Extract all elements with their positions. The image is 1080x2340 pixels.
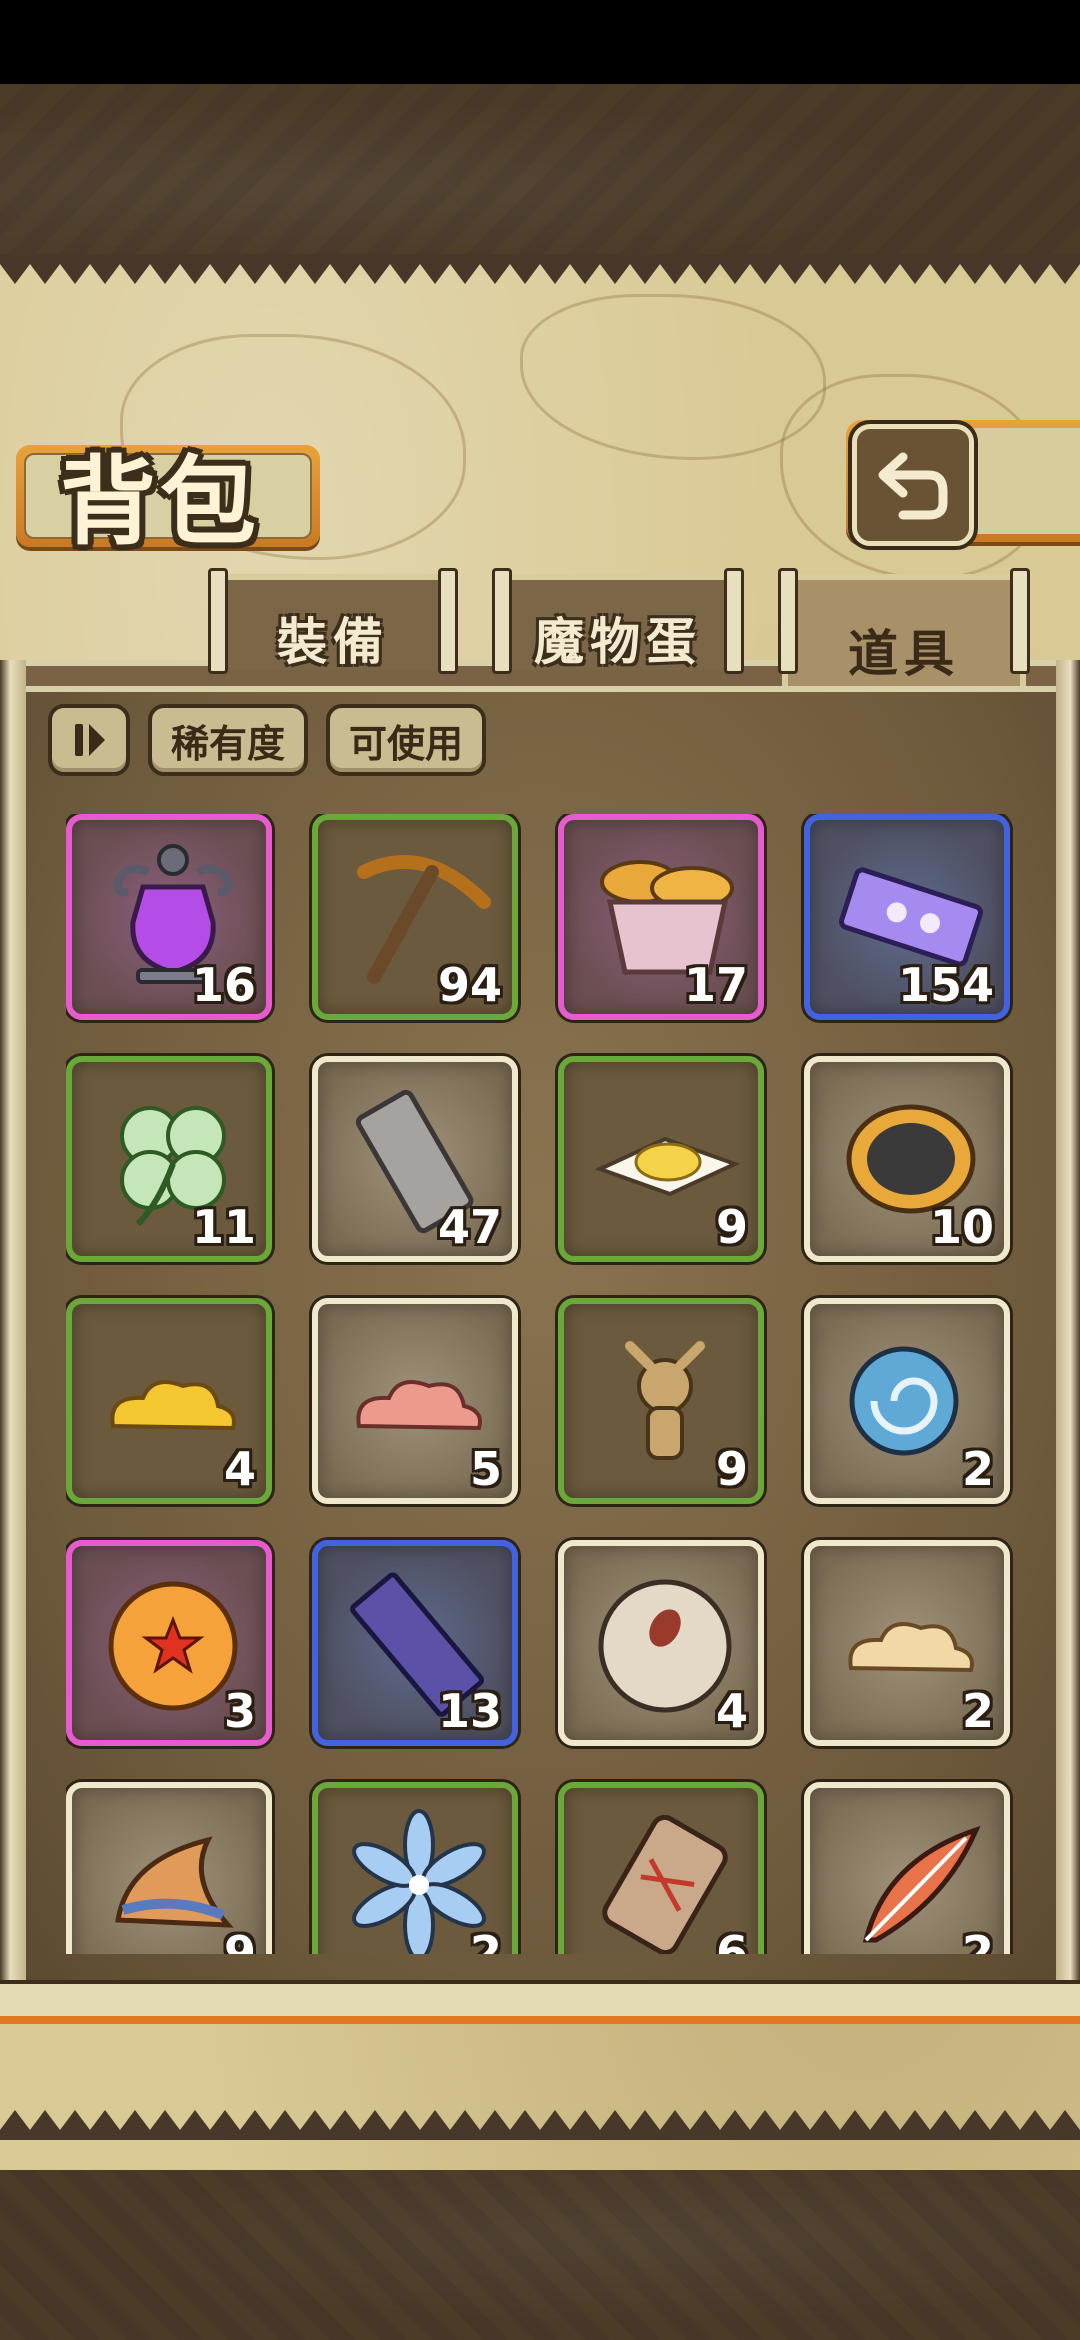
item-slot[interactable]: 13 (312, 1540, 518, 1746)
item-slot[interactable]: 17 (558, 814, 764, 1020)
tab-label: 道具 (848, 625, 960, 683)
item-count: 10 (929, 1200, 994, 1254)
item-slot[interactable]: 47 (312, 1056, 518, 1262)
item-slot[interactable]: 16 (66, 814, 272, 1020)
item-count: 9 (715, 1442, 748, 1496)
item-slot[interactable]: 9 (558, 1056, 764, 1262)
back-button[interactable] (852, 424, 974, 546)
item-slot[interactable]: 94 (312, 814, 518, 1020)
item-slot[interactable]: 5 (312, 1298, 518, 1504)
tab-monster-eggs[interactable]: 魔物蛋 (492, 568, 744, 674)
item-grid: 16 94 17 154 11 47 9 10 4 5 9 2 3 13 4 2… (66, 814, 1026, 1954)
item-count: 6 (715, 1926, 748, 1954)
item-slot[interactable]: 2 (804, 1298, 1010, 1504)
panel-frame-left (0, 660, 26, 2012)
top-decor-band (0, 84, 1080, 254)
item-count: 5 (469, 1442, 502, 1496)
item-slot[interactable]: 2 (804, 1540, 1010, 1746)
item-slot[interactable]: 6 (558, 1782, 764, 1954)
item-count: 11 (191, 1200, 256, 1254)
item-count: 9 (223, 1926, 256, 1954)
item-count: 16 (191, 958, 256, 1012)
item-count: 4 (715, 1684, 748, 1738)
item-count: 94 (437, 958, 502, 1012)
panel-bottom-rail (0, 1980, 1080, 2024)
item-count: 2 (469, 1926, 502, 1954)
item-count: 2 (961, 1926, 994, 1954)
zigzag-top-edge (0, 254, 1080, 284)
zigzag-bottom-edge (0, 2110, 1080, 2140)
item-slot[interactable]: 154 (804, 814, 1010, 1020)
filter-rarity-button[interactable]: 稀有度 (148, 704, 308, 776)
item-count: 2 (961, 1442, 994, 1496)
item-slot[interactable]: 11 (66, 1056, 272, 1262)
back-arrow-icon (878, 452, 948, 520)
tab-items[interactable]: 道具 (778, 568, 1030, 686)
item-count: 47 (437, 1200, 502, 1254)
item-slot[interactable]: 4 (558, 1540, 764, 1746)
item-slot[interactable]: 9 (66, 1782, 272, 1954)
item-slot[interactable]: 3 (66, 1540, 272, 1746)
panel-frame-right (1056, 660, 1080, 2012)
tab-label: 魔物蛋 (534, 613, 702, 671)
item-slot[interactable]: 2 (804, 1782, 1010, 1954)
item-count: 3 (223, 1684, 256, 1738)
tab-label: 裝備 (277, 613, 389, 671)
page-title: 背包 (60, 446, 260, 558)
item-slot[interactable]: 9 (558, 1298, 764, 1504)
tab-equipment[interactable]: 裝備 (208, 568, 458, 674)
item-count: 4 (223, 1442, 256, 1496)
filter-usable-button[interactable]: 可使用 (326, 704, 486, 776)
item-slot[interactable]: 10 (804, 1056, 1010, 1262)
item-count: 2 (961, 1684, 994, 1738)
item-count: 9 (715, 1200, 748, 1254)
item-count: 154 (897, 958, 994, 1012)
item-slot[interactable]: 2 (312, 1782, 518, 1954)
sort-toggle-button[interactable] (48, 704, 130, 776)
status-bar (0, 0, 1080, 84)
bottom-decor-band (0, 2170, 1080, 2340)
sort-toggle-icon (75, 724, 105, 756)
item-count: 13 (437, 1684, 502, 1738)
item-count: 17 (683, 958, 748, 1012)
item-slot[interactable]: 4 (66, 1298, 272, 1504)
